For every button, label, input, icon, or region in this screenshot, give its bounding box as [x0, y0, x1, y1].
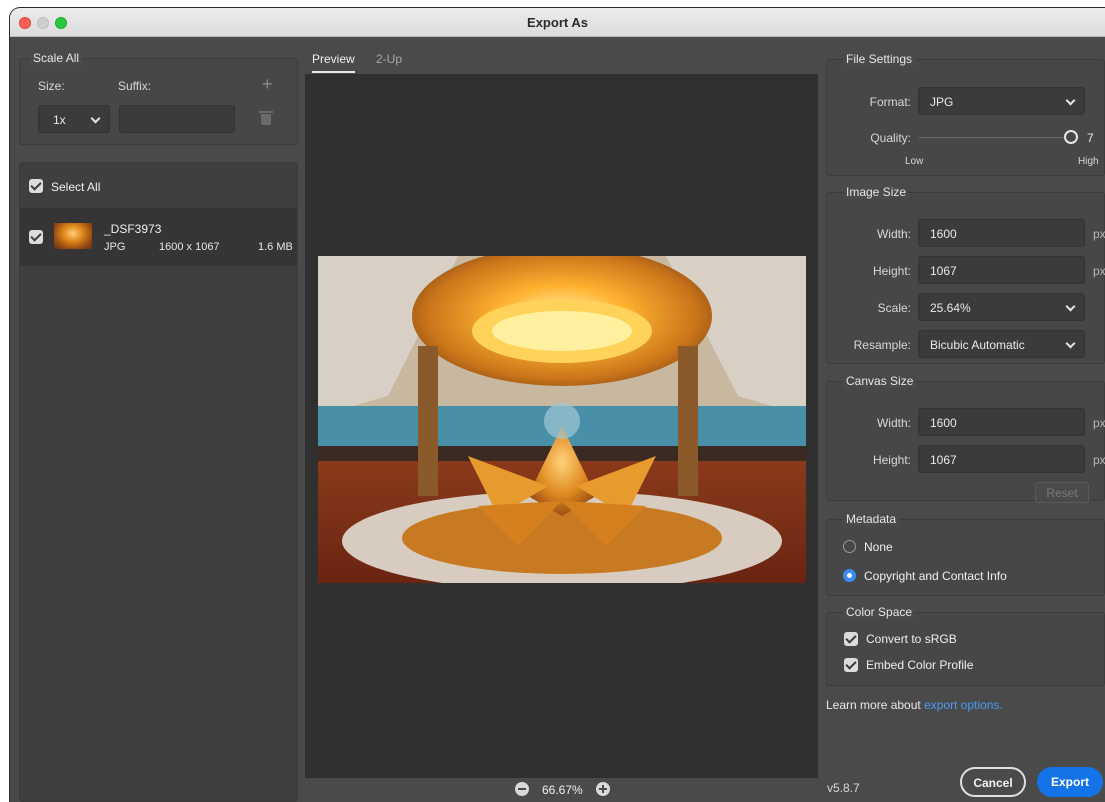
active-tab-indicator [312, 71, 355, 73]
size-select-value: 1x [53, 113, 66, 127]
scale-select[interactable]: 25.64% [918, 293, 1085, 321]
format-value: JPG [930, 95, 954, 109]
convert-srgb-checkbox[interactable] [844, 632, 858, 646]
canvas-width-input[interactable]: 1600 [918, 408, 1085, 436]
metadata-label: Metadata [843, 512, 900, 526]
cancel-button[interactable]: Cancel [960, 767, 1026, 797]
image-height-unit: px [1093, 264, 1105, 278]
quality-label: Quality: [870, 131, 911, 145]
file-size: 1.6 MB [258, 241, 293, 253]
learn-more-text: Learn more about export options. [826, 698, 1003, 712]
zoom-bar: 66.67% [305, 778, 818, 802]
image-width-input[interactable]: 1600 [918, 219, 1085, 247]
window-title: Export As [527, 15, 588, 30]
canvas-width-unit: px [1093, 416, 1105, 430]
chevron-down-icon [1065, 338, 1076, 349]
file-checkbox[interactable] [29, 230, 43, 244]
export-options-link[interactable]: export options. [924, 698, 1003, 712]
scale-all-label: Scale All [30, 51, 83, 65]
learn-more-label: Learn more about [826, 698, 921, 712]
file-row[interactable]: _DSF3973 JPG 1600 x 1067 1.6 MB [20, 208, 297, 266]
version-label: v5.8.7 [827, 781, 860, 795]
quality-high-label: High [1078, 156, 1099, 167]
canvas-height-input[interactable]: 1067 [918, 445, 1085, 473]
canvas-height-unit: px [1093, 453, 1105, 467]
image-size-group: Image Size Width: 1600 px Height: 1067 p… [826, 185, 1105, 364]
canvas-width-label: Width: [876, 416, 911, 430]
preview-image [318, 256, 806, 583]
quality-slider-track[interactable] [919, 137, 1079, 138]
convert-srgb-label: Convert to sRGB [866, 632, 957, 646]
add-scale-icon[interactable]: + [262, 74, 273, 95]
image-height-input[interactable]: 1067 [918, 256, 1085, 284]
quality-value: 7 [1087, 131, 1094, 145]
metadata-none-radio[interactable] [843, 540, 856, 553]
color-space-group: Color Space Convert to sRGB Embed Color … [826, 605, 1105, 686]
chevron-down-icon [1065, 95, 1076, 106]
file-settings-label: File Settings [843, 52, 916, 66]
file-name: _DSF3973 [104, 222, 162, 236]
tab-preview[interactable]: Preview [312, 52, 355, 66]
format-select[interactable]: JPG [918, 87, 1085, 115]
zoom-level: 66.67% [542, 783, 583, 797]
format-label: Format: [869, 95, 911, 109]
resample-label: Resample: [853, 338, 911, 352]
export-button[interactable]: Export [1037, 767, 1103, 797]
suffix-label: Suffix: [118, 79, 152, 93]
scale-value: 25.64% [930, 301, 971, 315]
canvas-height-label: Height: [872, 453, 911, 467]
scale-label: Scale: [877, 301, 911, 315]
resample-select[interactable]: Bicubic Automatic [918, 330, 1085, 358]
image-size-label: Image Size [843, 185, 910, 199]
embed-profile-label: Embed Color Profile [866, 658, 974, 672]
resample-value: Bicubic Automatic [930, 338, 1025, 352]
image-width-label: Width: [876, 227, 911, 241]
image-height-label: Height: [872, 264, 911, 278]
scale-all-group: Scale All Size: Suffix: + 1x [19, 51, 298, 145]
size-select[interactable]: 1x [38, 105, 110, 133]
embed-profile-checkbox[interactable] [844, 658, 858, 672]
title-bar: Export As [10, 8, 1105, 37]
canvas-size-label: Canvas Size [843, 374, 917, 388]
file-format: JPG [104, 241, 126, 253]
tab-2-up[interactable]: 2-Up [376, 52, 402, 66]
quality-low-label: Low [905, 156, 924, 167]
file-dimensions: 1600 x 1067 [159, 241, 220, 253]
chevron-down-icon [90, 113, 101, 124]
select-all-label: Select All [51, 180, 101, 194]
color-space-label: Color Space [843, 605, 916, 619]
suffix-input[interactable] [119, 105, 235, 133]
zoom-out-icon[interactable] [515, 782, 529, 796]
select-all-checkbox[interactable] [29, 179, 43, 193]
metadata-copyright-radio[interactable] [843, 569, 856, 582]
metadata-none-label: None [864, 540, 893, 554]
zoom-in-icon[interactable] [596, 782, 610, 796]
file-list-panel: Select All _DSF3973 JPG 1600 x 1067 1.6 … [19, 162, 298, 802]
file-thumbnail [54, 223, 92, 249]
quality-slider-knob[interactable] [1064, 130, 1078, 144]
chevron-down-icon [1065, 301, 1076, 312]
export-dialog: Export As Scale All Size: Suffix: + 1x S… [10, 8, 1105, 802]
trash-icon[interactable] [259, 111, 273, 125]
metadata-copyright-label: Copyright and Contact Info [864, 569, 1007, 583]
image-width-unit: px [1093, 227, 1105, 241]
preview-area [305, 74, 818, 778]
metadata-group: Metadata None Copyright and Contact Info [826, 512, 1105, 596]
size-label: Size: [38, 79, 65, 93]
reset-button[interactable]: Reset [1035, 482, 1089, 503]
file-settings-group: File Settings Format: JPG Quality: 7 Low… [826, 52, 1105, 176]
